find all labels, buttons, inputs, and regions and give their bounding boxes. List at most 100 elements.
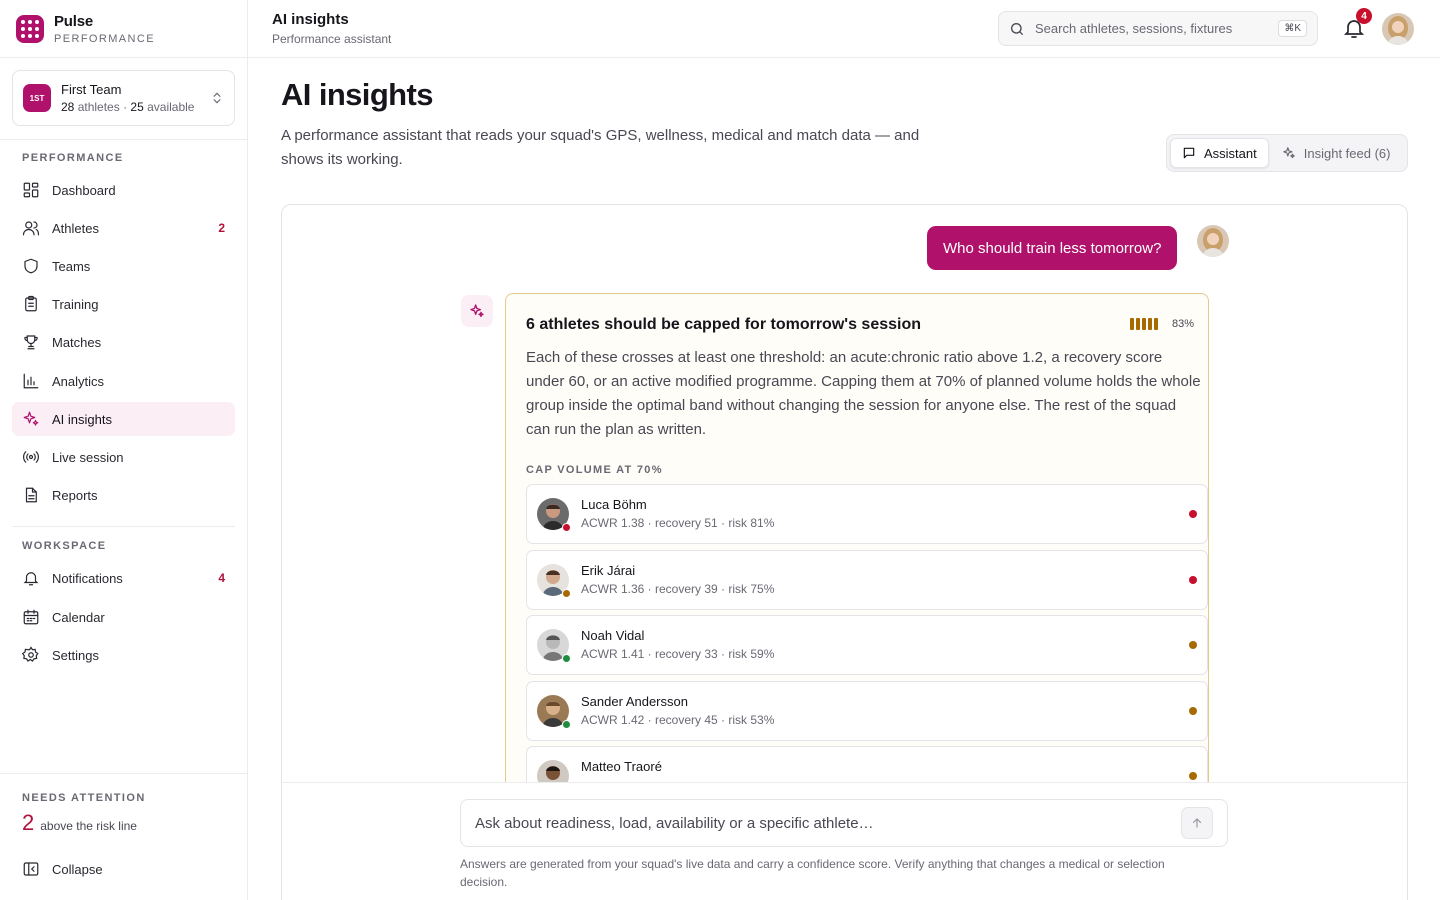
sidebar-item-matches[interactable]: Matches xyxy=(12,325,235,359)
sidebar-item-ai-insights[interactable]: AI insights xyxy=(12,402,235,436)
athlete-name: Sander Andersson xyxy=(581,694,688,709)
sidebar-item-label: Athletes xyxy=(52,220,99,236)
composer: Answers are generated from your squad's … xyxy=(282,782,1407,900)
divider xyxy=(0,773,247,774)
sidebar-item-teams[interactable]: Teams xyxy=(12,249,235,283)
tab-assistant-label: Assistant xyxy=(1204,145,1257,161)
topbar-title: AI insights xyxy=(272,11,349,28)
tab-insight-feed[interactable]: Insight feed (6) xyxy=(1271,138,1402,168)
bar-chart-icon xyxy=(23,373,39,389)
shield-icon xyxy=(24,258,38,274)
sidebar-item-dashboard[interactable]: Dashboard xyxy=(12,173,235,207)
sidebar-item-label: Calendar xyxy=(52,609,105,625)
sidebar-item-label: AI insights xyxy=(52,411,112,427)
search-shortcut: ⌘K xyxy=(1278,20,1307,37)
team-badge: 1ST xyxy=(23,84,51,112)
broadcast-icon xyxy=(23,451,39,463)
search-icon xyxy=(1011,22,1023,35)
answer-title: 6 athletes should be capped for tomorrow… xyxy=(526,316,921,333)
needs-attention-count: 2 xyxy=(22,810,35,835)
app-subtitle: PERFORMANCE xyxy=(54,32,155,45)
page-description: A performance assistant that reads your … xyxy=(281,127,920,168)
sidebar-item-athletes[interactable]: Athletes 2 xyxy=(12,211,235,245)
team-switcher[interactable]: 1ST First Team 28 athletes · 25 availabl… xyxy=(12,70,235,126)
sidebar-item-label: Matches xyxy=(52,334,102,350)
search-input[interactable]: Search athletes, sessions, fixtures ⌘K xyxy=(998,11,1318,46)
bell-icon xyxy=(23,572,39,586)
sidebar-item-label: Notifications xyxy=(52,570,123,586)
athlete-name: Matteo Traoré xyxy=(581,759,662,774)
athlete-row[interactable]: Sander Andersson ACWR 1.42 · recovery 45… xyxy=(526,681,1208,741)
message-input-box[interactable] xyxy=(460,799,1228,847)
sidebar-item-calendar[interactable]: Calendar xyxy=(12,600,235,634)
team-summary: 28 athletes · 25 available xyxy=(61,100,195,114)
page-title: AI insights xyxy=(281,77,433,112)
arrow-up-icon xyxy=(1192,818,1202,828)
answer-body: Each of these crosses at least one thres… xyxy=(526,349,1201,438)
gear-icon xyxy=(22,646,39,662)
sidebar-item-label: Analytics xyxy=(52,373,105,389)
topbar: AI insights Performance assistant Search… xyxy=(248,0,1440,58)
athlete-name: Erik Járai xyxy=(581,563,636,578)
calendar-icon xyxy=(23,609,39,625)
athlete-name: Luca Böhm xyxy=(581,497,647,512)
sidebar-item-settings[interactable]: Settings xyxy=(12,638,235,672)
view-toggle: Assistant Insight feed (6) xyxy=(1166,134,1408,172)
sidebar-item-label: Live session xyxy=(52,449,124,465)
chat-panel: Who should train less tomorrow? 6 athlet… xyxy=(281,204,1408,900)
users-icon xyxy=(22,221,40,236)
sidebar-item-reports[interactable]: Reports xyxy=(12,478,235,512)
message-square-icon xyxy=(1183,147,1195,159)
sparkles-icon xyxy=(1282,147,1295,159)
athlete-status-dot xyxy=(562,589,571,598)
risk-indicator-dot xyxy=(1189,707,1197,715)
athlete-metrics: ACWR 1.41 · recovery 33 · risk 59% xyxy=(581,647,775,661)
divider xyxy=(12,526,235,527)
sparkles-icon xyxy=(470,304,484,317)
topbar-subtitle: Performance assistant xyxy=(272,32,392,46)
risk-indicator-dot xyxy=(1189,772,1197,780)
sidebar-item-notifications[interactable]: Notifications 4 xyxy=(12,561,235,595)
confidence-indicator: 83% xyxy=(1129,318,1194,330)
sidebar-collapse-icon xyxy=(23,862,39,876)
athlete-row[interactable]: Erik Járai ACWR 1.36 · recovery 39 · ris… xyxy=(526,550,1208,610)
needs-attention[interactable]: NEEDS ATTENTION 2 above the risk line xyxy=(22,792,146,836)
message-input[interactable] xyxy=(475,814,1181,832)
user-message: Who should train less tomorrow? xyxy=(927,226,1178,270)
athlete-metrics: ACWR 1.36 · recovery 39 · risk 75% xyxy=(581,582,775,596)
sidebar-item-live-session[interactable]: Live session xyxy=(12,440,235,474)
tab-assistant[interactable]: Assistant xyxy=(1170,138,1269,168)
section-title-workspace: WORKSPACE xyxy=(22,540,107,552)
clipboard-icon xyxy=(25,295,37,312)
sidebar-item-label: Training xyxy=(52,296,99,312)
sidebar-item-training[interactable]: Training xyxy=(12,287,235,321)
athlete-row[interactable]: Luca Böhm ACWR 1.38 · recovery 51 · risk… xyxy=(526,484,1208,544)
athlete-status-dot xyxy=(562,720,571,729)
sparkles-icon xyxy=(23,411,39,426)
search-placeholder: Search athletes, sessions, fixtures xyxy=(1035,21,1233,36)
divider xyxy=(0,139,247,140)
athlete-row[interactable]: Noah Vidal ACWR 1.41 · recovery 33 · ris… xyxy=(526,615,1208,675)
sidebar-item-label: Dashboard xyxy=(52,182,116,198)
confidence-value: 83% xyxy=(1171,318,1194,330)
athlete-metrics: ACWR 1.38 · recovery 51 · risk 81% xyxy=(581,516,775,530)
send-button[interactable] xyxy=(1181,807,1213,839)
brand[interactable]: Pulse PERFORMANCE xyxy=(0,0,247,58)
file-text-icon xyxy=(25,487,37,503)
sidebar-item-label: Teams xyxy=(52,258,91,274)
team-name: First Team xyxy=(61,82,122,97)
risk-indicator-dot xyxy=(1189,641,1197,649)
user-avatar[interactable] xyxy=(1382,13,1414,45)
count-badge: 4 xyxy=(218,571,225,585)
answer-section-title: CAP VOLUME AT 70% xyxy=(526,464,663,476)
confidence-bars-icon xyxy=(1129,318,1158,330)
dashboard-icon xyxy=(23,182,39,198)
chevron-up-down-icon xyxy=(213,92,221,104)
collapse-button[interactable]: Collapse xyxy=(12,852,235,886)
collapse-label: Collapse xyxy=(52,861,103,877)
sidebar-item-label: Reports xyxy=(52,487,98,503)
section-title-performance: PERFORMANCE xyxy=(22,152,124,164)
app-logo xyxy=(16,14,44,43)
sidebar-item-label: Settings xyxy=(52,647,99,663)
sidebar-item-analytics[interactable]: Analytics xyxy=(12,364,235,398)
